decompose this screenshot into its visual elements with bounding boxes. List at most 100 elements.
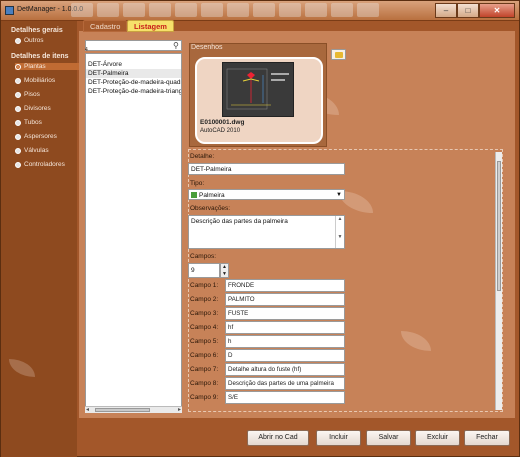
tipo-label: Tipo: (190, 180, 205, 187)
drawing-preview (222, 62, 294, 117)
sidebar-item-valvulas[interactable]: Válvulas (15, 147, 49, 154)
scroll-thumb[interactable] (497, 161, 501, 291)
salvar-button[interactable]: Salvar (366, 430, 411, 446)
campo-label: Campo 2: (190, 296, 219, 303)
textarea-scrollbar[interactable]: ▲ ▼ (335, 216, 344, 248)
campo-field[interactable]: FUSTE (225, 307, 345, 320)
campos-label: Campos: (190, 253, 217, 260)
campo-field[interactable]: FRONDE (225, 279, 345, 292)
sidebar-item-label: Válvulas (24, 147, 49, 154)
tipo-value: Palmeira (199, 192, 225, 199)
open-in-cad-button[interactable]: Abrir no Cad (247, 430, 309, 446)
radio-icon (15, 147, 21, 154)
sidebar-item-label: Aspersores (24, 133, 57, 140)
campos-stepper[interactable]: ▲ ▼ (220, 263, 229, 278)
folder-icon (335, 52, 343, 58)
tab-cadastro[interactable]: Cadastro (83, 20, 128, 32)
sidebar-item-plantas[interactable]: Plantas (15, 63, 82, 70)
list-item[interactable]: DET-Proteção-de-madeira-quadrada (86, 78, 181, 87)
scroll-right-icon[interactable]: ▸ (178, 406, 181, 413)
sidebar-item-label: Controladores (24, 161, 65, 168)
radio-icon (15, 63, 21, 70)
open-folder-button[interactable] (331, 49, 346, 60)
drawing-filename: E0100001.dwg (200, 119, 245, 126)
sidebar-item-outros[interactable]: Outros (15, 37, 44, 44)
radio-icon (15, 161, 21, 168)
campo-field[interactable]: PALMITO (225, 293, 345, 306)
table-row: Campo 9: S/E (188, 391, 345, 404)
app-icon (5, 6, 14, 15)
search-input[interactable] (85, 40, 182, 51)
sidebar-section-items: Detalhes de itens (11, 53, 69, 60)
campo-field[interactable]: h (225, 335, 345, 348)
radio-icon (15, 77, 21, 84)
observacoes-label: Observações: (190, 205, 231, 212)
radio-icon (15, 37, 21, 44)
table-row: Campo 4: hf (188, 321, 345, 334)
table-row: Campo 8: Descrição das partes de uma palm… (188, 377, 345, 390)
campo-label: Campo 3: (190, 310, 219, 317)
radio-icon (15, 119, 21, 126)
campo-label: Campo 7: (190, 366, 219, 373)
table-row: Campo 2: PALMITO (188, 293, 345, 306)
observacoes-textarea[interactable]: Descrição das partes da palmeira (188, 215, 345, 249)
detalhe-label: Detalhe: (190, 153, 215, 160)
table-row: Campo 1: FRONDE (188, 279, 345, 292)
radio-icon (15, 91, 21, 98)
sidebar-item-label: Mobiliários (24, 77, 56, 84)
sidebar-section-general: Detalhes gerais (11, 27, 63, 34)
title-bar[interactable]: DetManager - 1.0.0.0 – □ ✕ (1, 1, 519, 21)
chevron-down-icon: ▼ (336, 192, 342, 198)
table-row: Campo 7: Detalhe altura do fuste (hf) (188, 363, 345, 376)
maximize-button[interactable]: □ (457, 3, 479, 18)
incluir-button[interactable]: Incluir (316, 430, 361, 446)
excluir-button[interactable]: Excluir (415, 430, 460, 446)
plant-icon (191, 192, 197, 198)
tipo-select[interactable]: Palmeira ▼ (188, 189, 345, 200)
sidebar-item-tubos[interactable]: Tubos (15, 119, 42, 126)
table-row: Campo 6: D (188, 349, 345, 362)
fechar-button[interactable]: Fechar (464, 430, 510, 446)
sidebar-item-aspersores[interactable]: Aspersores (15, 133, 57, 140)
sidebar-item-divisores[interactable]: Divisores (15, 105, 51, 112)
close-button[interactable]: ✕ (479, 3, 515, 18)
detail-list[interactable]: DET-Árvore DET-Palmeira DET-Proteção-de-… (85, 53, 182, 413)
campo-label: Campo 6: (190, 352, 219, 359)
taskbar-thumbnails (71, 3, 441, 19)
campo-field[interactable]: hf (225, 321, 345, 334)
sidebar: Detalhes gerais Outros Detalhes de itens… (1, 21, 82, 457)
radio-icon (15, 105, 21, 112)
campo-field[interactable]: Detalhe altura do fuste (hf) (225, 363, 345, 376)
sidebar-item-controladores[interactable]: Controladores (15, 161, 65, 168)
campo-label: Campo 5: (190, 338, 219, 345)
table-row: Campo 5: h (188, 335, 345, 348)
campos-field[interactable]: 9 (188, 263, 220, 278)
sidebar-item-pisos[interactable]: Pisos (15, 91, 40, 98)
radio-icon (15, 133, 21, 140)
table-row: Campo 3: FUSTE (188, 307, 345, 320)
list-item[interactable]: DET-Palmeira (86, 69, 181, 78)
list-item[interactable]: DET-Árvore (86, 60, 181, 69)
campo-field[interactable]: D (225, 349, 345, 362)
scroll-left-icon[interactable]: ◂ (86, 406, 89, 413)
campo-label: Campo 9: (190, 394, 219, 401)
drawings-label: Desenhos (191, 44, 223, 51)
detalhe-field[interactable]: DET-Palmeira (188, 163, 345, 175)
campo-field[interactable]: Descrição das partes de uma palmeira (225, 377, 345, 390)
list-item[interactable]: DET-Proteção-de-madeira-triangular (86, 87, 181, 96)
tab-listagem[interactable]: Listagem (127, 20, 174, 32)
app-window: DetManager - 1.0.0.0 – □ ✕ Detalhes gera… (0, 0, 520, 457)
form-vertical-scrollbar[interactable] (495, 152, 502, 410)
sidebar-item-mobiliarios[interactable]: Mobiliários (15, 77, 55, 84)
sidebar-item-label: Pisos (24, 91, 40, 98)
campo-label: Campo 4: (190, 324, 219, 331)
campo-label: Campo 1: (190, 282, 219, 289)
minimize-button[interactable]: – (435, 3, 457, 18)
sidebar-item-label: Tubos (24, 119, 42, 126)
scroll-thumb[interactable] (95, 408, 150, 412)
campo-field[interactable]: S/E (225, 391, 345, 404)
sidebar-item-label: Divisores (24, 105, 51, 112)
search-icon[interactable]: ⚲ (173, 41, 182, 50)
list-horizontal-scrollbar[interactable]: ◂ ▸ (85, 406, 182, 413)
leaf-decoration (9, 359, 35, 377)
